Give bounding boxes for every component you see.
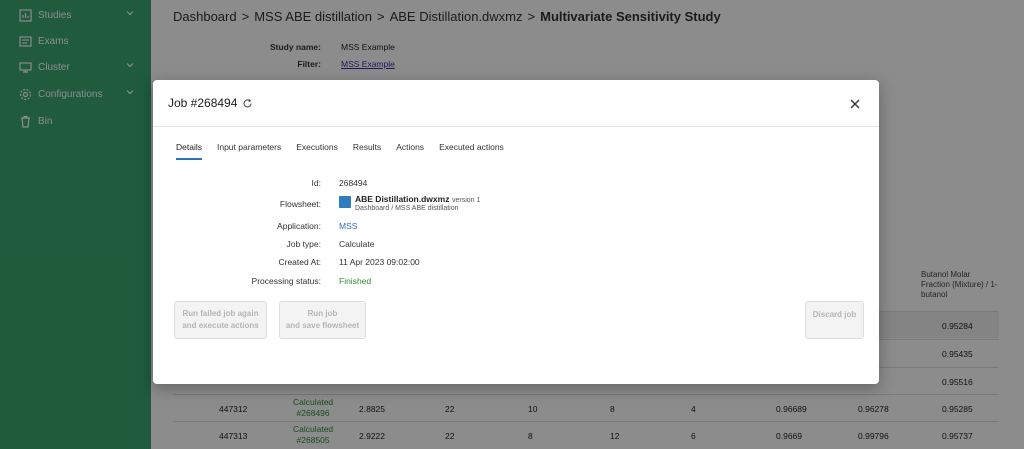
button-label-line2: and save flowsheet [285,321,360,330]
tab-input-parameters[interactable]: Input parameters [217,142,281,160]
created-at-label: Created At: [278,257,321,267]
flowsheet-value[interactable]: ABE Distillation.dwxmz version 1 Dashboa… [339,194,480,212]
button-label-line1: Run job [307,309,338,318]
flowsheet-path: Dashboard / MSS ABE distillation [355,205,459,212]
tab-actions[interactable]: Actions [396,142,424,160]
flowsheet-version: version 1 [451,197,481,204]
refresh-icon[interactable] [242,98,253,109]
created-at-value: 11 Apr 2023 09:02:00 [339,257,420,267]
id-value: 268494 [339,178,368,188]
application-label: Application: [277,221,321,231]
job-type-label: Job type: [286,239,322,249]
flowsheet-icon [339,196,351,208]
tab-executed-actions[interactable]: Executed actions [439,142,504,160]
discard-job-button[interactable]: Discard job [805,301,864,339]
flowsheet-name[interactable]: ABE Distillation.dwxmz [355,194,449,204]
id-label: Id: [311,178,321,188]
job-title: Job #268494 [168,96,238,110]
button-label-line2: and execute actions [182,321,259,330]
close-icon[interactable] [849,98,861,110]
button-label-line1: Run failed job again [182,309,259,318]
tab-bar: Details Input parameters Executions Resu… [176,142,519,160]
tab-details[interactable]: Details [176,142,202,160]
rerun-failed-job-button[interactable]: Run failed job again and execute actions [174,301,267,339]
job-type-value: Calculate [339,239,375,249]
application-link[interactable]: MSS [339,221,357,231]
modal-title: Job #268494 [168,96,253,110]
flowsheet-label: Flowsheet: [279,199,321,209]
processing-status-label: Processing status: [251,276,321,286]
tab-results[interactable]: Results [353,142,381,160]
run-job-button[interactable]: Run job and save flowsheet [279,301,366,339]
tab-executions[interactable]: Executions [296,142,338,160]
divider [153,126,879,127]
processing-status-value: Finished [339,276,372,286]
job-details-modal: Job #268494 Details Input parameters Exe… [153,80,879,384]
